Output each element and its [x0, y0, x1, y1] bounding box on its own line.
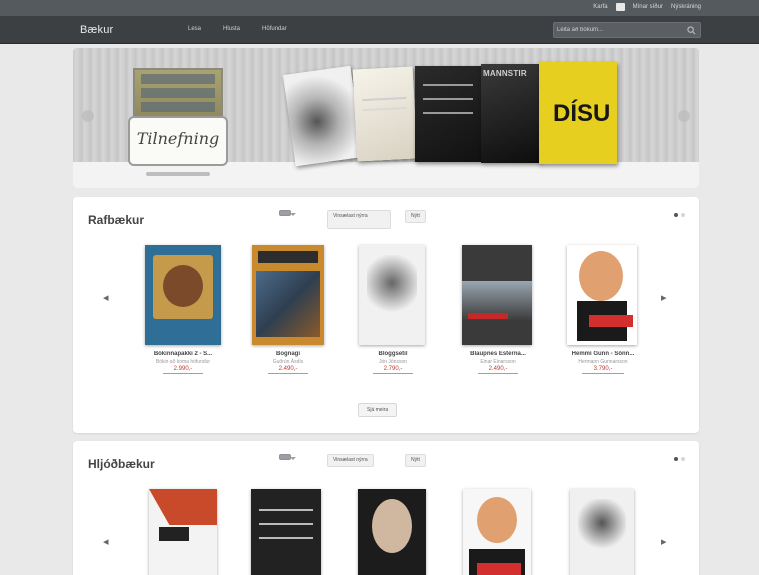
- search-box: [553, 22, 701, 38]
- login-link[interactable]: Mínar síður: [633, 4, 663, 10]
- book-cover[interactable]: [462, 245, 532, 345]
- user-links: Karfa Mínar síður Nýskráning: [593, 3, 701, 11]
- book-cover[interactable]: [252, 245, 324, 345]
- book-title[interactable]: Bognagi: [248, 351, 328, 357]
- badge-caption: [146, 172, 210, 176]
- hero-book-title: MANNSTIR: [483, 69, 527, 78]
- book-price: 3.790,-: [561, 366, 645, 374]
- cart-icon[interactable]: [615, 3, 625, 11]
- filter-tab-popular[interactable]: Vinsælast nýrra: [327, 454, 374, 467]
- chevron-left-icon[interactable]: ◂: [103, 291, 109, 304]
- filter-tab-new[interactable]: Nýtt: [405, 454, 426, 467]
- hero-book-cover[interactable]: [415, 66, 481, 162]
- book-price: 2.990,-: [143, 366, 223, 374]
- nav-link-authors[interactable]: Höfundar: [262, 26, 287, 32]
- audiobooks-section: Hljóðbækur Vinsælast nýrra Nýtt ◂ ▸: [73, 441, 699, 575]
- cart-link[interactable]: Karfa: [593, 4, 607, 10]
- filter-tab-active[interactable]: [279, 210, 296, 216]
- book-card[interactable]: Bognagi Guðrún Ásdís 2.490,-: [248, 245, 328, 385]
- filter-tab-new[interactable]: Nýtt: [405, 210, 426, 223]
- book-card[interactable]: [570, 489, 634, 575]
- book-cover[interactable]: [358, 489, 426, 575]
- book-cover[interactable]: [359, 245, 425, 345]
- section-title: Rafbækur: [88, 213, 145, 227]
- book-card[interactable]: Hemmi Gunn - Sönn... Hermann Gunnarsson …: [561, 245, 645, 385]
- filter-tab-active[interactable]: [279, 454, 296, 460]
- book-author[interactable]: Hermann Gunnarsson: [561, 359, 645, 365]
- book-author[interactable]: Bókin að koma höfundur: [143, 359, 223, 365]
- book-card[interactable]: [251, 489, 321, 575]
- nav-link-read[interactable]: Lesa: [188, 26, 201, 32]
- book-card[interactable]: [463, 489, 531, 575]
- pager-dots: [674, 213, 685, 217]
- pager-dots: [674, 457, 685, 461]
- book-price: 2.490,-: [458, 366, 538, 374]
- search-input[interactable]: [557, 25, 685, 35]
- book-cover[interactable]: [570, 489, 634, 575]
- book-card[interactable]: [149, 489, 217, 575]
- nomination-badge: Tilnefning: [128, 68, 228, 176]
- hero-banner[interactable]: Tilnefning MANNSTIR DÍSU: [73, 48, 699, 188]
- hero-book-cover[interactable]: [282, 65, 364, 167]
- register-link[interactable]: Nýskráning: [671, 4, 701, 10]
- hero-book-cover[interactable]: MANNSTIR: [481, 64, 541, 163]
- chevron-right-icon[interactable]: ▸: [661, 535, 667, 548]
- hero-prev-arrow[interactable]: [82, 110, 94, 122]
- book-author[interactable]: Jón Jónsson: [353, 359, 433, 365]
- hero-book-cover[interactable]: [352, 66, 418, 162]
- chevron-left-icon[interactable]: ◂: [103, 535, 109, 548]
- main-navbar: Bækur Lesa Hlusta Höfundar: [0, 16, 759, 44]
- hero-book-title: DÍSU: [553, 100, 611, 127]
- book-cover[interactable]: [149, 489, 217, 575]
- book-title[interactable]: Bloggsetil: [353, 351, 433, 357]
- badge-seal: Tilnefning: [128, 116, 228, 166]
- book-author[interactable]: Guðrún Ásdís: [248, 359, 328, 365]
- book-cover[interactable]: [567, 245, 637, 345]
- magnifier-icon[interactable]: [687, 26, 696, 35]
- book-title[interactable]: Blaupnes Esterna...: [458, 351, 538, 357]
- section-title: Hljóðbækur: [88, 457, 155, 471]
- site-logo[interactable]: Bækur: [80, 24, 113, 36]
- hero-next-arrow[interactable]: [678, 110, 690, 122]
- book-price: 2.490,-: [248, 366, 328, 374]
- book-card[interactable]: Blaupnes Esterna... Einar Einarsson 2.49…: [458, 245, 538, 385]
- chevron-right-icon[interactable]: ▸: [661, 291, 667, 304]
- filter-tab-popular[interactable]: Vinsælast nýrra: [327, 210, 391, 229]
- book-card[interactable]: Bloggsetil Jón Jónsson 2.790,-: [353, 245, 433, 385]
- see-more-button[interactable]: Sjá meira: [358, 403, 398, 417]
- nav-link-listen[interactable]: Hlusta: [223, 26, 240, 32]
- book-title[interactable]: Bókinnapakki 2 - S...: [143, 351, 223, 357]
- book-author[interactable]: Einar Einarsson: [458, 359, 538, 365]
- ebooks-section: Rafbækur Vinsælast nýrra Nýtt ◂ ▸ Bókinn…: [73, 197, 699, 433]
- book-card[interactable]: [358, 489, 426, 575]
- book-cover[interactable]: [251, 489, 321, 575]
- top-utility-bar: Karfa Mínar síður Nýskráning: [0, 0, 759, 16]
- nav-links: Lesa Hlusta Höfundar: [188, 26, 287, 32]
- hero-book-cover[interactable]: DÍSU: [539, 62, 617, 164]
- badge-tile: [133, 68, 223, 118]
- book-cover[interactable]: [463, 489, 531, 575]
- book-title[interactable]: Hemmi Gunn - Sönn...: [561, 351, 645, 357]
- book-price: 2.790,-: [353, 366, 433, 374]
- book-cover[interactable]: [145, 245, 221, 345]
- book-card[interactable]: Bókinnapakki 2 - S... Bókin að koma höfu…: [143, 245, 223, 385]
